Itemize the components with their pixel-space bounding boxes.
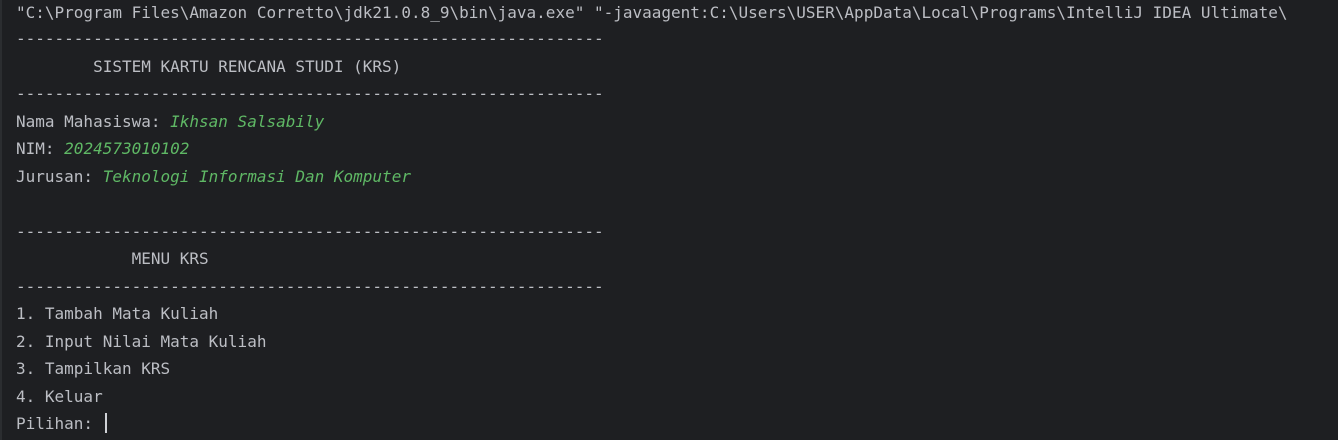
separator-line: ----------------------------------------… [16, 84, 604, 103]
menu-item-keluar: 4. Keluar [16, 386, 103, 406]
text-cursor[interactable] [104, 413, 107, 433]
student-major-line: Jurusan: Teknologi Informasi Dan Kompute… [16, 163, 1338, 191]
input-prompt-line[interactable]: Pilihan: [16, 410, 1338, 438]
separator-line: ----------------------------------------… [16, 221, 604, 241]
command-line: "C:\Program Files\Amazon Corretto\jdk21.… [16, 3, 1288, 22]
program-title: SISTEM KARTU RENCANA STUDI (KRS) [16, 56, 402, 76]
student-name-line: Nama Mahasiswa: Ikhsan Salsabily [16, 108, 1338, 136]
prompt-label: Pilihan: [16, 414, 103, 433]
student-major-value: Teknologi Informasi Dan Komputer [102, 166, 411, 186]
menu-item-input-nilai: 2. Input Nilai Mata Kuliah [16, 331, 267, 351]
student-name-label: Nama Mahasiswa: [16, 111, 171, 131]
menu-title: MENU KRS [16, 249, 209, 268]
menu-item-tambah: 1. Tambah Mata Kuliah [16, 304, 219, 323]
separator-line: ----------------------------------------… [16, 29, 604, 48]
run-console-output[interactable]: "C:\Program Files\Amazon Corretto\jdk21.… [0, 0, 1338, 440]
student-name-value: Ikhsan Salsabily [170, 111, 325, 131]
student-major-label: Jurusan: [16, 166, 103, 186]
menu-item-tampilkan: 3. Tampilkan KRS [16, 359, 171, 378]
separator-line: ----------------------------------------… [16, 276, 604, 296]
student-nim-label: NIM: [16, 139, 65, 158]
student-nim-line: NIM: 2024573010102 [16, 135, 1338, 163]
student-nim-value: 2024573010102 [64, 139, 190, 158]
